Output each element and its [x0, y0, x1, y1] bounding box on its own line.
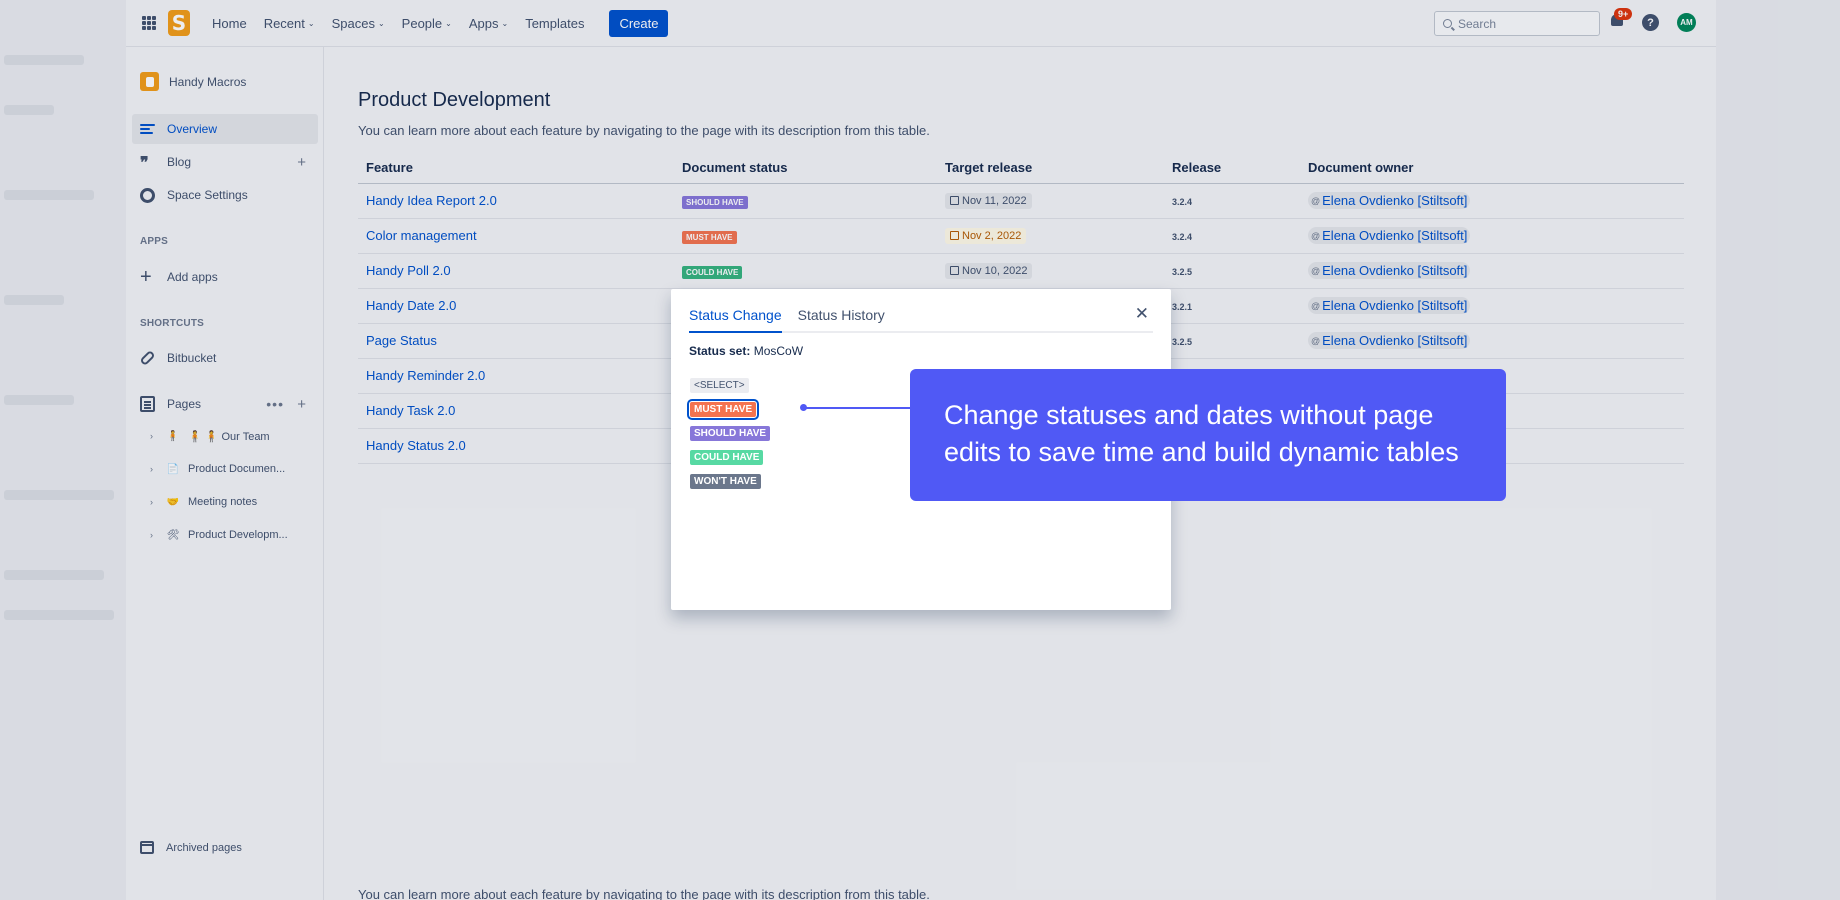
status-option[interactable]: COULD HAVE: [690, 450, 764, 465]
status-set-value: MosCoW: [753, 344, 804, 358]
dialog-tabs: Status Change Status History: [689, 307, 1153, 333]
close-icon[interactable]: ✕: [1135, 304, 1149, 324]
tab-status-history[interactable]: Status History: [798, 307, 885, 331]
status-set-label: Status set:: [689, 344, 751, 358]
status-option[interactable]: MUST HAVE: [686, 399, 760, 420]
status-option[interactable]: <SELECT>: [690, 378, 749, 393]
callout-connector-line: [803, 407, 911, 409]
status-set-info: Status set: MosCoW: [689, 344, 803, 358]
status-option[interactable]: SHOULD HAVE: [690, 426, 771, 441]
status-option[interactable]: WON'T HAVE: [690, 474, 761, 489]
feature-callout: Change statuses and dates without page e…: [910, 369, 1506, 501]
tab-status-change[interactable]: Status Change: [689, 307, 782, 333]
